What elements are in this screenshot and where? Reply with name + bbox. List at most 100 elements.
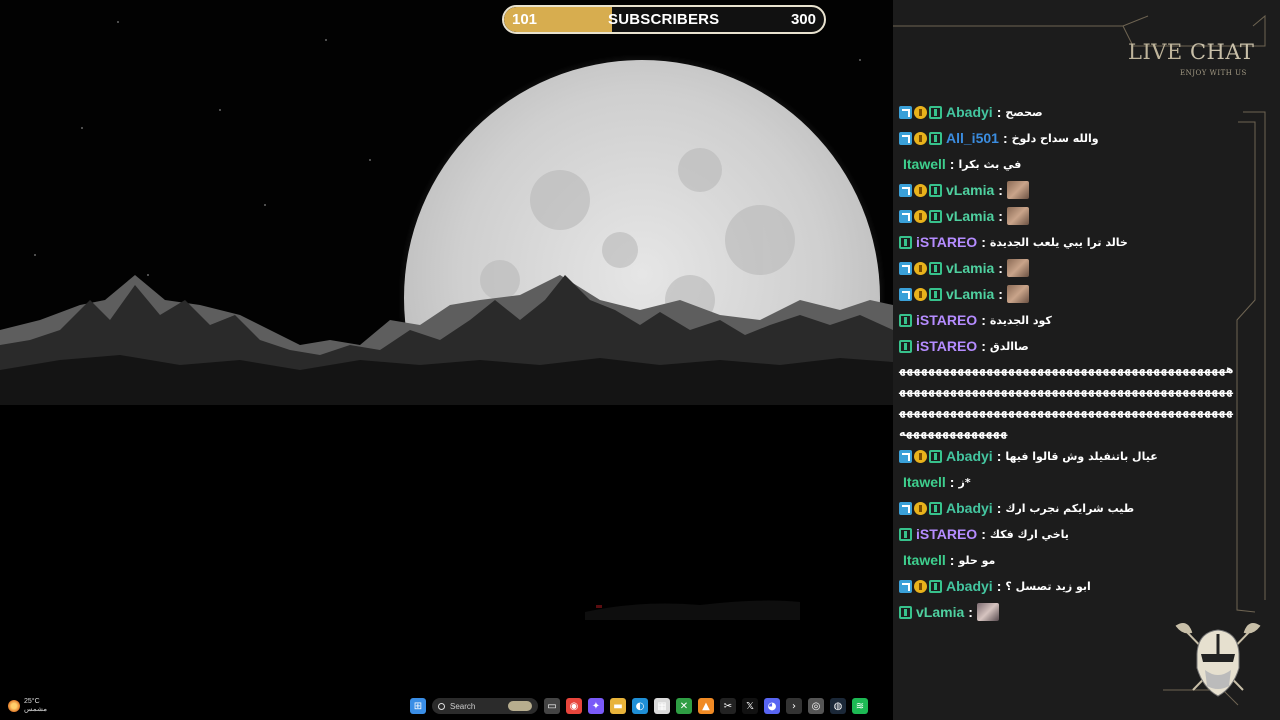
sub-badge-icon — [899, 339, 912, 353]
chat-message-text: ز* — [958, 475, 971, 489]
chat-username[interactable]: Abadyi — [946, 500, 993, 516]
windows-start-icon[interactable]: ⊞ — [410, 698, 426, 714]
chat-username[interactable]: vLamia — [946, 260, 994, 276]
terminal-icon[interactable]: › — [786, 698, 802, 714]
coin-badge-icon — [914, 209, 927, 223]
sub-badge-icon — [929, 105, 942, 119]
chat-message: vLamia: — [899, 255, 1237, 281]
stream-scene — [0, 0, 893, 720]
chat-username[interactable]: iSTAREO — [916, 312, 977, 328]
chat-username[interactable]: Abadyi — [946, 448, 993, 464]
sub-badge-icon — [899, 313, 912, 327]
chat-message-list: Abadyi: صحصح All_i501: والله سداح دلوخ Itawe… — [899, 99, 1237, 625]
chat-message: vLamia: — [899, 177, 1237, 203]
coin-badge-icon — [914, 131, 927, 145]
arrow-badge-icon — [899, 261, 912, 275]
emote-face-icon — [1006, 285, 1029, 303]
weather-temp: 25°C — [24, 698, 40, 705]
chat-username[interactable]: Abadyi — [946, 578, 993, 594]
live-chat-subtitle: ENJOY WITH US — [1180, 69, 1247, 77]
edge-icon[interactable]: ◐ — [632, 698, 648, 714]
chat-message-text: مو حلو — [958, 553, 996, 567]
chat-username[interactable]: Itawell — [903, 156, 946, 172]
store-icon[interactable]: ▦ — [654, 698, 670, 714]
task-view-icon[interactable]: ▭ — [544, 698, 560, 714]
chat-username[interactable]: vLamia — [916, 604, 964, 620]
chat-message: iSTAREO: خالد ترا يبي يلعب الجديدة — [899, 229, 1237, 255]
chat-username[interactable]: vLamia — [946, 182, 994, 198]
coin-badge-icon — [914, 579, 927, 593]
chat-username[interactable]: All_i501 — [946, 130, 999, 146]
user-badges — [899, 209, 942, 223]
user-badges — [899, 339, 912, 353]
chat-message: iSTAREO: صاالدق — [899, 333, 1237, 359]
search-icon — [438, 702, 445, 710]
spotify-icon[interactable]: ≋ — [852, 698, 868, 714]
emote-face-small-icon — [976, 603, 999, 621]
chrome-icon[interactable]: ◉ — [566, 698, 582, 714]
user-badges — [899, 449, 942, 463]
chat-separator: : — [968, 604, 973, 620]
sub-badge-icon — [899, 527, 912, 541]
chat-message: Abadyi: عيال باتنفيلد وش قالوا فيها — [899, 443, 1237, 469]
arrow-badge-icon — [899, 579, 912, 593]
chat-separator: : — [996, 104, 1002, 120]
chat-message: هههههههههههههههههههههههههههههههههههههههه… — [899, 359, 1237, 443]
chat-username[interactable]: Itawell — [903, 474, 946, 490]
chat-username[interactable]: Itawell — [903, 552, 946, 568]
live-chat-title-live: LIVE — [1128, 40, 1183, 64]
taskbar-search[interactable]: Search — [432, 698, 538, 714]
live-chat-title: LIVE CHAT — [1128, 40, 1254, 64]
coin-badge-icon — [914, 287, 927, 301]
weather-widget[interactable]: 25°C مشمس — [8, 698, 47, 714]
chat-message: Abadyi: ابو زيد تصسل ؟ — [899, 573, 1237, 599]
arrow-badge-icon — [899, 449, 912, 463]
chat-message: iSTAREO: ياخي ارك فكك — [899, 521, 1237, 547]
chat-message-text: والله سداح دلوخ — [1011, 131, 1099, 145]
taskbar-icons: ⊞ Search ▭ ◉ ✦ ▬ ◐ ▦ ✕ ▲ ✂ 𝕏 ◕ › ◎ ◍ ≋ — [410, 698, 868, 714]
subscriber-label: SUBSCRIBERS — [608, 11, 720, 28]
chat-username[interactable]: iSTAREO — [916, 234, 977, 250]
chat-message: iSTAREO: كود الجديدة — [899, 307, 1237, 333]
user-badges — [899, 105, 942, 119]
chat-separator: : — [981, 234, 986, 250]
viking-logo — [1175, 623, 1261, 697]
arrow-badge-icon — [899, 501, 912, 515]
chat-message: vLamia: — [899, 281, 1237, 307]
chat-message-text: كود الجديدة — [989, 313, 1052, 327]
chat-username[interactable]: iSTAREO — [916, 526, 977, 542]
user-badges — [899, 287, 942, 301]
sun-icon — [8, 700, 20, 712]
chat-message-text: صحصح — [1005, 105, 1043, 119]
arrow-badge-icon — [899, 183, 912, 197]
chat-separator: : — [996, 448, 1002, 464]
chat-username[interactable]: vLamia — [946, 286, 994, 302]
arrow-badge-icon — [899, 287, 912, 301]
discord-icon[interactable]: ◕ — [764, 698, 780, 714]
coin-badge-icon — [914, 261, 927, 275]
obs-icon[interactable]: ◎ — [808, 698, 824, 714]
chat-message: Itawell: ز* — [899, 469, 1237, 495]
chat-separator: : — [981, 312, 986, 328]
chat-separator: : — [981, 526, 986, 542]
subscriber-current-count: 101 — [512, 11, 538, 28]
sub-badge-icon — [929, 183, 942, 197]
xbox-icon[interactable]: ✕ — [676, 698, 692, 714]
file-explorer-icon[interactable]: ▬ — [610, 698, 626, 714]
steam-icon[interactable]: ◍ — [830, 698, 846, 714]
x-icon[interactable]: 𝕏 — [742, 698, 758, 714]
user-badges — [899, 235, 912, 249]
sub-badge-icon — [929, 287, 942, 301]
copilot-icon[interactable]: ✦ — [588, 698, 604, 714]
chat-username[interactable]: Abadyi — [946, 104, 993, 120]
chat-username[interactable]: iSTAREO — [916, 338, 977, 354]
sub-badge-icon — [899, 235, 912, 249]
vlc-icon[interactable]: ▲ — [698, 698, 714, 714]
chat-message: Itawell: مو حلو — [899, 547, 1237, 573]
emote-face-icon — [1006, 181, 1029, 199]
capcut-icon[interactable]: ✂ — [720, 698, 736, 714]
chat-username[interactable]: vLamia — [946, 208, 994, 224]
user-badges — [899, 605, 912, 619]
arrow-badge-icon — [899, 105, 912, 119]
sub-badge-icon — [899, 605, 912, 619]
